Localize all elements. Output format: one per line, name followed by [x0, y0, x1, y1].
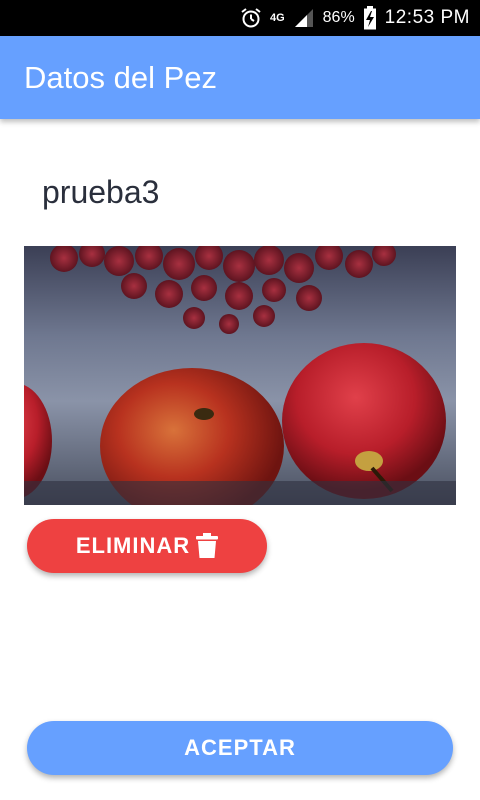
battery-charging-icon	[363, 6, 377, 30]
delete-button-label: ELIMINAR	[75, 533, 191, 558]
network-type-label: 4G	[269, 12, 285, 24]
fish-name: prueba3	[42, 174, 160, 210]
alarm-icon	[240, 7, 262, 29]
fish-photo	[24, 246, 456, 505]
clock: 12:53 PM	[384, 7, 470, 28]
page-title: Datos del Pez	[24, 59, 217, 95]
accept-button-label: ACEPTAR	[184, 735, 296, 760]
delete-button[interactable]: ELIMINAR	[27, 519, 267, 573]
signal-icon	[293, 8, 315, 28]
app-bar: Datos del Pez	[0, 36, 480, 119]
trash-icon	[196, 533, 219, 559]
battery-percent: 86%	[322, 9, 355, 26]
status-bar: 4G 86% 12:53 PM	[0, 0, 480, 36]
accept-button[interactable]: ACEPTAR	[27, 721, 453, 775]
